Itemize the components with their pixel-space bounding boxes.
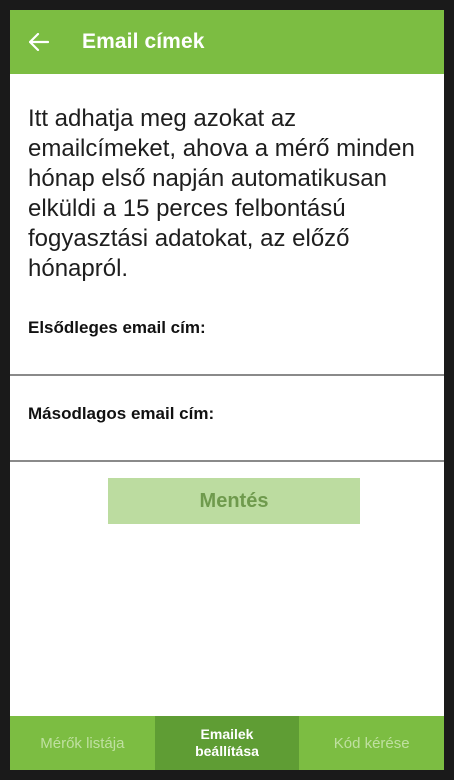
main-content: Itt adhatja meg azokat az emailcímeket, … bbox=[10, 74, 444, 716]
save-button[interactable]: Mentés bbox=[108, 478, 360, 524]
nav-item-meters-list[interactable]: Mérők listája bbox=[10, 716, 155, 770]
primary-email-label: Elsődleges email cím: bbox=[28, 318, 206, 337]
app-bar: Email címek bbox=[10, 10, 444, 74]
nav-label: Kód kérése bbox=[333, 734, 410, 752]
intro-text: Itt adhatja meg azokat az emailcímeket, … bbox=[28, 105, 415, 282]
page-title: Email címek bbox=[82, 30, 205, 53]
nav-label: Mérők listája bbox=[40, 734, 125, 752]
bottom-navigation: Mérők listája Emailek beállítása Kód kér… bbox=[10, 716, 444, 770]
secondary-email-input[interactable] bbox=[10, 428, 444, 462]
app-screen: Email címek Itt adhatja meg azokat az em… bbox=[10, 10, 444, 770]
primary-email-input[interactable] bbox=[10, 342, 444, 376]
nav-label: Emailek beállítása bbox=[195, 726, 259, 759]
arrow-left-icon[interactable] bbox=[28, 31, 50, 53]
secondary-email-label: Másodlagos email cím: bbox=[28, 404, 215, 423]
nav-item-request-code[interactable]: Kód kérése bbox=[299, 716, 444, 770]
nav-item-email-settings[interactable]: Emailek beállítása bbox=[154, 716, 300, 770]
